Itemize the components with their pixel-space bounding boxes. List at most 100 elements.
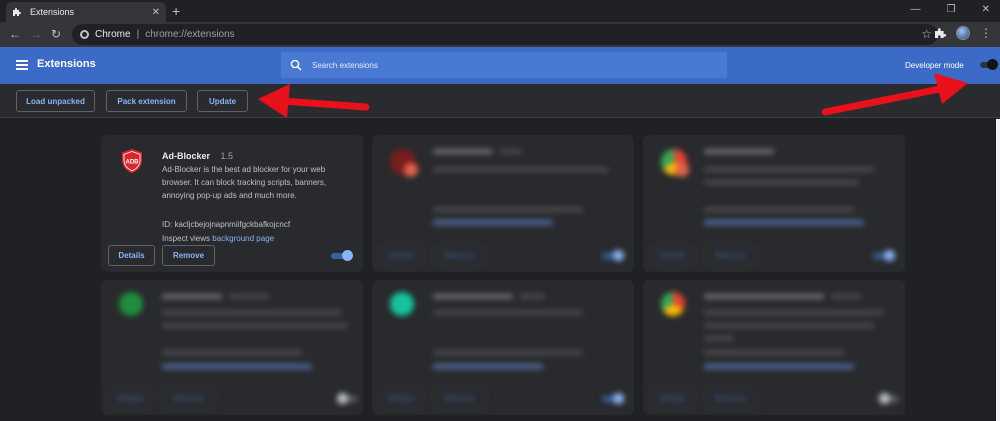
- blurred-line: [520, 294, 545, 299]
- blurred-line: [433, 220, 553, 225]
- blurred-details-button[interactable]: Details: [379, 388, 424, 409]
- blurred-line: [704, 180, 859, 185]
- toggle-knob: [987, 59, 998, 70]
- minimize-icon[interactable]: —: [911, 4, 921, 15]
- toggle-knob: [342, 250, 353, 261]
- blurred-line: [162, 294, 222, 299]
- profile-avatar[interactable]: [956, 26, 970, 40]
- pack-extension-button[interactable]: Pack extension: [106, 90, 187, 112]
- details-button[interactable]: Details: [108, 245, 155, 266]
- extension-card-blurred: Details Remove: [643, 135, 905, 272]
- remove-button[interactable]: Remove: [162, 245, 215, 266]
- extension-card-blurred: Details Remove: [372, 280, 634, 415]
- blurred-line: [162, 310, 342, 315]
- extension-card-blurred: Details Remove: [643, 280, 905, 415]
- blurred-line: [433, 294, 513, 299]
- blurred-line: [704, 310, 884, 315]
- extension-card-ad-blocker: ADB Ad-Blocker 1.5 Ad-Blocker is the bes…: [101, 135, 363, 272]
- search-icon: [290, 59, 302, 71]
- blurred-toggle[interactable]: [873, 250, 895, 262]
- tab-title: Extensions: [30, 7, 75, 17]
- blurred-remove-button[interactable]: Remove: [433, 245, 486, 266]
- omnibox-separator: |: [136, 29, 140, 40]
- blurred-details-button[interactable]: Details: [650, 388, 695, 409]
- forward-icon[interactable]: →: [30, 27, 42, 41]
- blurred-details-button[interactable]: Details: [650, 245, 695, 266]
- developer-mode-label: Developer mode: [905, 61, 964, 70]
- blurred-line: [433, 310, 583, 315]
- blurred-content: Details Remove: [643, 280, 905, 415]
- extensions-list: ADB Ad-Blocker 1.5 Ad-Blocker is the bes…: [0, 119, 1000, 421]
- extension-description: Ad-Blocker is the best ad blocker for yo…: [162, 165, 327, 200]
- close-window-icon[interactable]: ✕: [982, 4, 990, 15]
- load-unpacked-button[interactable]: Load unpacked: [16, 90, 95, 112]
- blurred-details-button[interactable]: Details: [108, 388, 153, 409]
- omnibox-chrome-label: Chrome: [95, 29, 131, 40]
- inspect-views: Inspect views background page: [162, 234, 274, 243]
- blurred-extension-icon: [390, 292, 414, 316]
- chrome-menu-icon[interactable]: ⋮: [980, 27, 992, 39]
- window-controls: — ❐ ✕: [911, 4, 990, 15]
- blurred-toggle[interactable]: [602, 250, 624, 262]
- toolbar-right: ⋮: [934, 26, 992, 40]
- extension-card-blurred: Details Remove: [372, 135, 634, 272]
- search-input[interactable]: [312, 60, 712, 70]
- extension-title-row: Ad-Blocker 1.5: [162, 146, 233, 164]
- blurred-remove-button[interactable]: Remove: [704, 245, 757, 266]
- blurred-line: [162, 323, 347, 328]
- blurred-line: [704, 350, 844, 355]
- extension-id: ID: kacljcbejojnapnmiifgckbafkojcncf: [162, 220, 291, 229]
- blurred-line: [831, 294, 861, 299]
- toggle-knob: [337, 393, 348, 404]
- restore-icon[interactable]: ❐: [947, 4, 956, 15]
- puzzle-icon: [13, 8, 21, 16]
- blurred-extension-icon: [119, 292, 143, 316]
- hamburger-menu-icon[interactable]: [16, 60, 28, 70]
- developer-toolbar: Load unpacked Pack extension Update: [0, 84, 1000, 118]
- address-bar[interactable]: Chrome | chrome://extensions ☆: [72, 24, 938, 45]
- back-icon[interactable]: ←: [9, 27, 21, 41]
- reload-icon[interactable]: ↻: [51, 27, 61, 41]
- blurred-line: [704, 294, 824, 299]
- blurred-line: [704, 364, 854, 369]
- toggle-knob: [884, 250, 895, 261]
- ad-blocker-icon-text: ADB: [126, 160, 140, 166]
- toggle-knob: [879, 393, 890, 404]
- extensions-header: Extensions Developer mode: [0, 47, 1000, 84]
- chrome-secure-icon: [80, 30, 89, 39]
- blurred-details-button[interactable]: Details: [379, 245, 424, 266]
- extensions-puzzle-icon[interactable]: [934, 27, 946, 39]
- search-box[interactable]: [281, 52, 727, 78]
- blurred-line: [500, 149, 522, 154]
- blurred-line: [704, 220, 864, 225]
- background-page-link[interactable]: background page: [212, 234, 274, 243]
- blurred-line: [162, 364, 312, 369]
- developer-mode-toggle[interactable]: [978, 59, 998, 71]
- blurred-line: [704, 207, 854, 212]
- blurred-remove-button[interactable]: Remove: [162, 388, 215, 409]
- blurred-toggle[interactable]: [337, 393, 359, 405]
- blurred-line: [433, 350, 583, 355]
- blurred-content: Details Remove: [372, 135, 634, 272]
- blurred-content: Details Remove: [372, 280, 634, 415]
- extension-card-blurred: Details Remove: [101, 280, 363, 415]
- page-scrollbar[interactable]: [996, 119, 1000, 421]
- blurred-toggle[interactable]: [879, 393, 901, 405]
- blurred-line: [704, 149, 774, 154]
- omnibox-url: chrome://extensions: [145, 29, 235, 40]
- tab-extensions[interactable]: Extensions ✕: [6, 2, 166, 22]
- blurred-line: [704, 323, 874, 328]
- tab-close-icon[interactable]: ✕: [152, 7, 160, 18]
- page-title: Extensions: [37, 58, 96, 70]
- blurred-remove-button[interactable]: Remove: [433, 388, 486, 409]
- new-tab-button[interactable]: +: [172, 3, 180, 19]
- blurred-toggle[interactable]: [602, 393, 624, 405]
- blurred-badge-icon: [404, 163, 418, 177]
- extension-enabled-toggle[interactable]: [331, 250, 353, 262]
- ad-blocker-shield-icon: ADB: [122, 149, 142, 173]
- update-button[interactable]: Update: [197, 90, 248, 112]
- bookmark-star-icon[interactable]: ☆: [921, 27, 932, 41]
- browser-toolbar: ← → ↻ Chrome | chrome://extensions ☆ ⋮: [0, 22, 1000, 47]
- blurred-line: [433, 149, 493, 154]
- blurred-remove-button[interactable]: Remove: [704, 388, 757, 409]
